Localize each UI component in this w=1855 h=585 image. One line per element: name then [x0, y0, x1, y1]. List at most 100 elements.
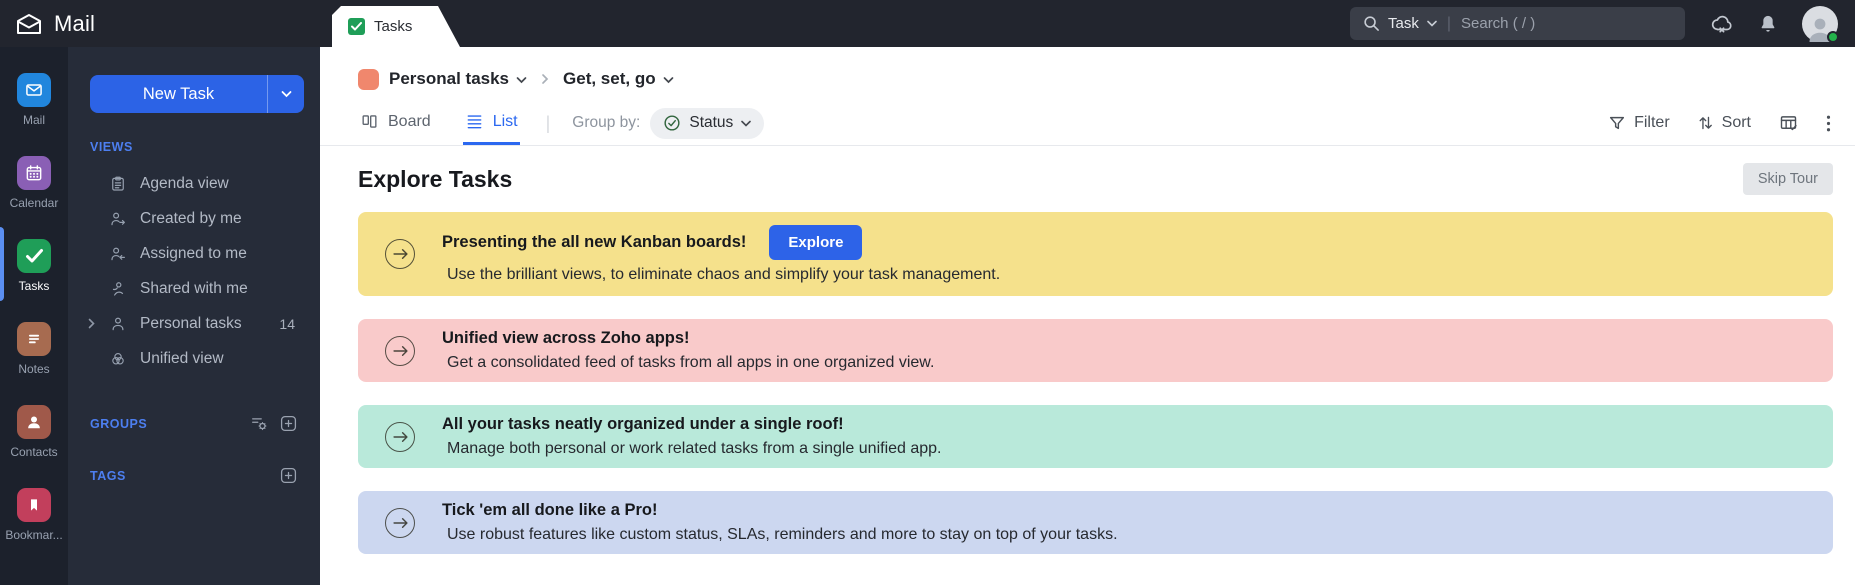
- person-arrow-out-icon: [109, 210, 127, 228]
- banner-title: Unified view across Zoho apps!: [442, 329, 690, 347]
- contacts-icon: [17, 405, 51, 439]
- groups-header: GROUPS: [90, 414, 298, 433]
- view-item-shared-with-me[interactable]: Shared with me: [68, 271, 320, 306]
- views-header: VIEWS: [90, 140, 298, 154]
- topbar: Mail Tasks Task |: [0, 0, 1855, 47]
- mail-icon: [17, 73, 51, 107]
- rail-item-contacts[interactable]: Contacts: [0, 405, 68, 459]
- skip-tour-button[interactable]: Skip Tour: [1742, 163, 1833, 195]
- tour-banners: Presenting the all new Kanban boards! Ex…: [358, 212, 1833, 554]
- explore-tasks-content: Explore Tasks Skip Tour Presenting the a…: [320, 146, 1855, 554]
- main-panel: Personal tasks Get, set, go Board List |…: [320, 47, 1855, 585]
- search-scope-dropdown[interactable]: Task: [1388, 15, 1419, 32]
- manage-groups-icon[interactable]: [250, 415, 269, 432]
- user-avatar[interactable]: [1802, 5, 1839, 43]
- new-task-button[interactable]: New Task: [90, 75, 304, 113]
- sort-button[interactable]: Sort: [1697, 114, 1751, 132]
- view-item-label: Personal tasks: [140, 314, 242, 332]
- toolbar-right: Filter Sort: [1608, 113, 1831, 133]
- rail-item-calendar[interactable]: Calendar: [0, 156, 68, 210]
- agenda-icon: [109, 175, 127, 193]
- tasks-sidebar: New Task VIEWS Agenda view Created by me: [68, 47, 320, 585]
- breadcrumb-current[interactable]: Get, set, go: [563, 69, 674, 89]
- tab-label: Tasks: [374, 18, 413, 35]
- online-status-dot: [1827, 30, 1839, 43]
- rail-item-bookmarks[interactable]: Bookmar...: [0, 488, 68, 542]
- view-item-assigned-to-me[interactable]: Assigned to me: [68, 236, 320, 271]
- tags-header-label: TAGS: [90, 468, 126, 483]
- tab-tasks[interactable]: Tasks: [332, 6, 460, 47]
- mail-logo-icon: [15, 12, 43, 36]
- more-options-kebab-icon[interactable]: [1826, 114, 1831, 133]
- columns-button[interactable]: [1778, 113, 1799, 133]
- notes-icon: [17, 322, 51, 356]
- banner-tick-em-all: Tick 'em all done like a Pro! Use robust…: [358, 491, 1833, 554]
- toolbar-divider: |: [545, 112, 551, 133]
- view-item-created-by-me[interactable]: Created by me: [68, 201, 320, 236]
- arrow-circle-icon: [385, 421, 415, 452]
- view-item-agenda[interactable]: Agenda view: [68, 166, 320, 201]
- rail-label: Calendar: [9, 196, 59, 210]
- banner-kanban: Presenting the all new Kanban boards! Ex…: [358, 212, 1833, 296]
- board-tab-label: Board: [388, 112, 431, 130]
- view-item-label: Unified view: [140, 349, 224, 367]
- arrow-circle-icon: [385, 335, 415, 366]
- banner-subtitle: Get a consolidated feed of tasks from al…: [447, 354, 935, 371]
- group-by-value: Status: [689, 114, 734, 131]
- person-icon: [109, 315, 127, 333]
- group-by-dropdown[interactable]: Status: [650, 107, 765, 139]
- offline-cloud-icon[interactable]: [1709, 13, 1734, 35]
- explore-button[interactable]: Explore: [769, 224, 863, 260]
- rail-item-mail[interactable]: Mail: [0, 73, 68, 127]
- topbar-right: Task |: [1350, 5, 1855, 43]
- tasks-check-icon: [348, 18, 365, 35]
- expand-chevron-icon[interactable]: [88, 318, 95, 329]
- banner-title: Tick 'em all done like a Pro!: [442, 501, 658, 519]
- new-task-label[interactable]: New Task: [90, 75, 267, 113]
- app-title: Mail: [54, 10, 96, 36]
- view-item-label: Created by me: [140, 209, 242, 227]
- view-item-personal-tasks[interactable]: Personal tasks 14: [68, 306, 320, 341]
- rail-label: Mail: [22, 113, 45, 127]
- group-by-label: Group by:: [572, 114, 641, 131]
- chevron-down-icon: [516, 76, 527, 84]
- rail-label: Tasks: [18, 279, 50, 293]
- rail-item-tasks[interactable]: Tasks: [0, 227, 68, 301]
- add-group-icon[interactable]: [279, 414, 298, 433]
- unified-venn-icon: [109, 350, 127, 368]
- tasks-icon: [17, 239, 51, 273]
- bookmark-icon: [17, 488, 51, 522]
- tab-board-view[interactable]: Board: [358, 101, 433, 145]
- app-rail: Mail Calendar Tasks Notes Contacts Bookm…: [0, 47, 68, 585]
- notifications-bell-icon[interactable]: [1758, 13, 1778, 35]
- view-item-unified-view[interactable]: Unified view: [68, 341, 320, 376]
- tags-header: TAGS: [90, 466, 298, 485]
- filter-button[interactable]: Filter: [1608, 114, 1670, 132]
- banner-subtitle: Use robust features like custom status, …: [447, 526, 1118, 543]
- rail-item-notes[interactable]: Notes: [0, 322, 68, 376]
- list-tab-label: List: [492, 112, 518, 130]
- view-item-label: Agenda view: [140, 174, 229, 192]
- banner-subtitle: Use the brilliant views, to eliminate ch…: [447, 265, 1001, 283]
- search-icon: [1363, 15, 1380, 32]
- page-title: Explore Tasks: [358, 165, 513, 192]
- app-logo[interactable]: Mail: [0, 11, 95, 37]
- new-task-dropdown[interactable]: [267, 75, 304, 113]
- tab-list-view[interactable]: List: [462, 101, 520, 145]
- groups-header-label: GROUPS: [90, 416, 148, 431]
- chevron-down-icon[interactable]: [1427, 20, 1437, 27]
- personal-tasks-count: 14: [279, 315, 295, 332]
- add-tag-icon[interactable]: [279, 466, 298, 485]
- filter-label: Filter: [1634, 114, 1670, 131]
- search-input[interactable]: [1461, 15, 1672, 32]
- banner-single-roof: All your tasks neatly organized under a …: [358, 405, 1833, 468]
- views-list: Agenda view Created by me Assigned to me…: [68, 166, 320, 376]
- search-bar[interactable]: Task |: [1350, 7, 1685, 40]
- banner-title: Presenting the all new Kanban boards!: [442, 232, 747, 251]
- rail-label: Notes: [18, 362, 50, 376]
- breadcrumb-parent-label: Personal tasks: [389, 69, 510, 88]
- breadcrumb-parent[interactable]: Personal tasks: [389, 69, 527, 89]
- content-titlebar: Explore Tasks Skip Tour: [358, 163, 1833, 195]
- person-arrow-in-icon: [109, 245, 127, 263]
- banner-title: All your tasks neatly organized under a …: [442, 415, 844, 433]
